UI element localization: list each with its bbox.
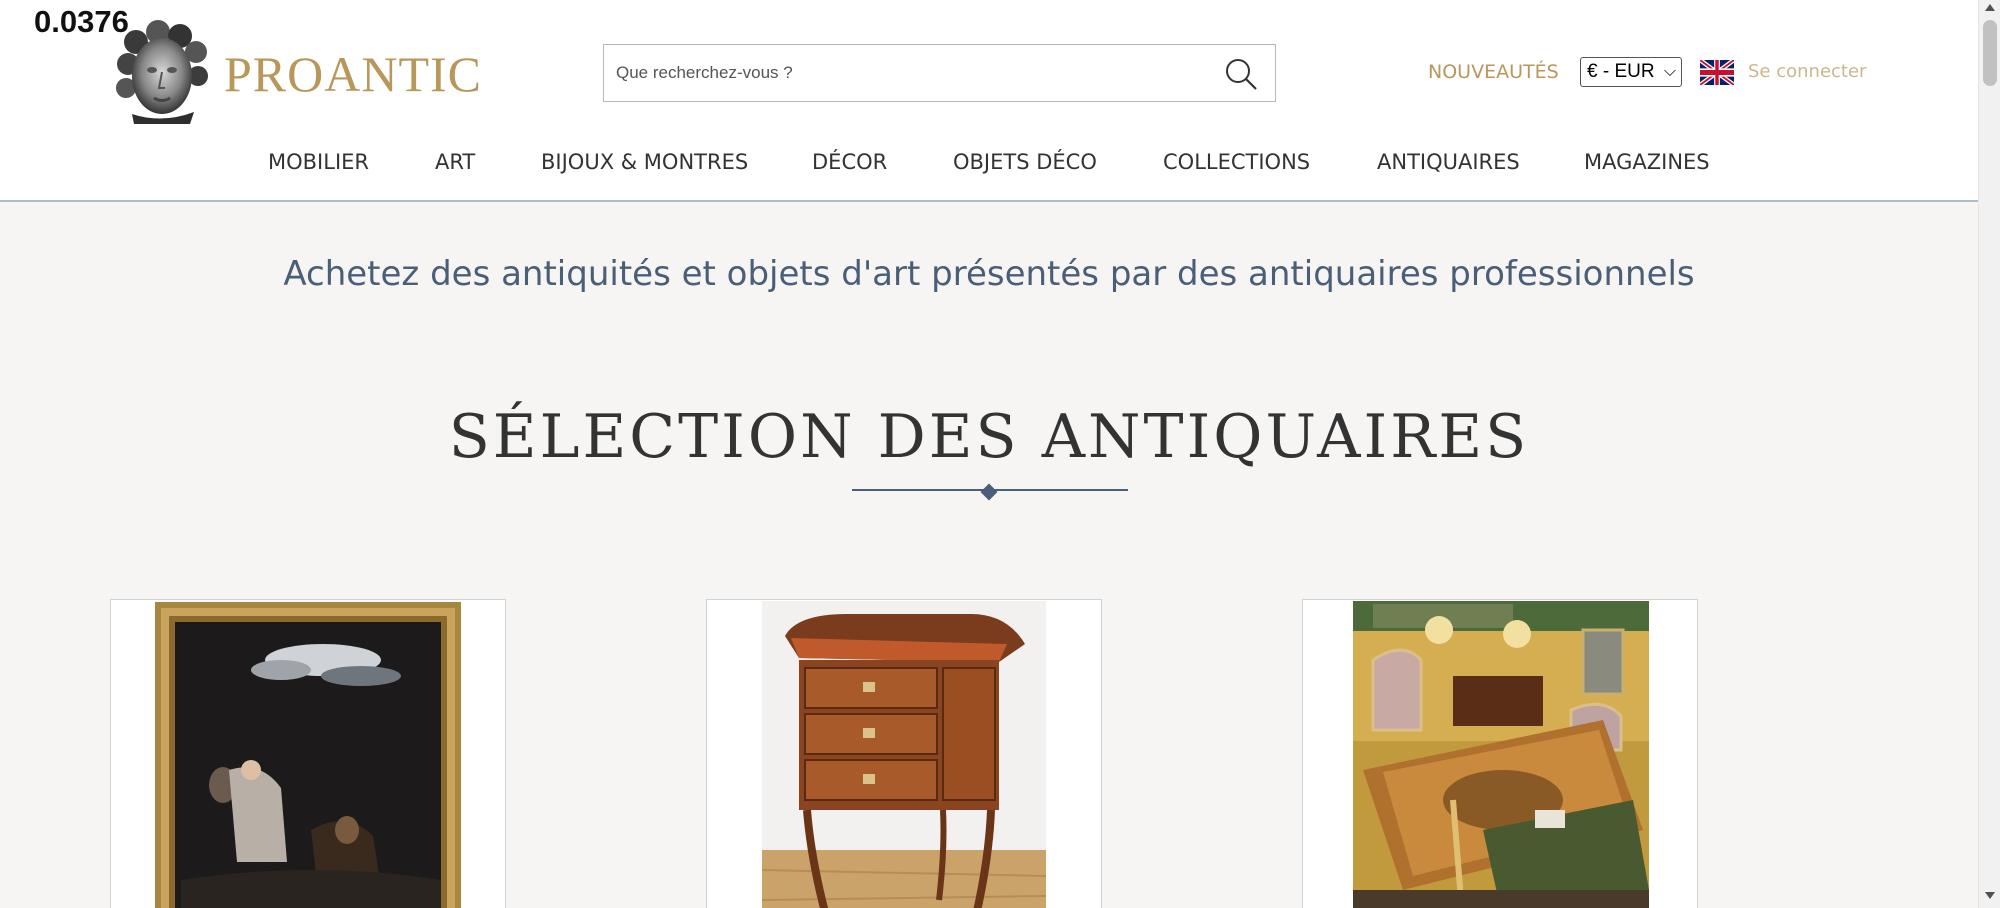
title-divider-ornament bbox=[980, 483, 998, 501]
section-title: SÉLECTION DES ANTIQUAIRES bbox=[448, 402, 1530, 472]
nouveautes-link[interactable]: NOUVEAUTÉS bbox=[1428, 61, 1559, 83]
search-icon[interactable] bbox=[1223, 56, 1259, 92]
chiffonier-image bbox=[761, 601, 1047, 908]
nav-item-magazines[interactable]: MAGAZINES bbox=[1584, 150, 1710, 174]
uk-flag-icon[interactable] bbox=[1700, 60, 1734, 85]
currency-select[interactable]: € - EUR ⌵ bbox=[1580, 57, 1682, 87]
nav-item-mobilier[interactable]: MOBILIER bbox=[268, 150, 369, 174]
nav-item-objets-deco[interactable]: OBJETS DÉCO bbox=[953, 150, 1097, 174]
vertical-scrollbar[interactable] bbox=[1978, 0, 2000, 908]
nav-item-collections[interactable]: COLLECTIONS bbox=[1163, 150, 1310, 174]
page-tagline: Achetez des antiquités et objets d'art p… bbox=[283, 254, 1695, 294]
nav-item-decor[interactable]: DÉCOR bbox=[812, 150, 887, 174]
nav-item-bijoux-montres[interactable]: BIJOUX & MONTRES bbox=[541, 150, 748, 174]
product-card-painting[interactable] bbox=[110, 599, 506, 908]
product-card-bureau[interactable] bbox=[1302, 599, 1698, 908]
site-header: 0.0376 PROANTIC Que recherchez-vous ? NO… bbox=[0, 0, 1978, 202]
nav-item-antiquaires[interactable]: ANTIQUAIRES bbox=[1377, 150, 1520, 174]
overlay-number: 0.0376 bbox=[34, 4, 129, 39]
scroll-up-arrow-icon[interactable] bbox=[1985, 4, 1995, 11]
nav-item-art[interactable]: ART bbox=[435, 150, 475, 174]
login-link[interactable]: Se connecter bbox=[1748, 61, 1866, 82]
scrollbar-thumb[interactable] bbox=[1983, 20, 1997, 86]
currency-value: € - EUR bbox=[1587, 61, 1655, 82]
scroll-down-arrow-icon[interactable] bbox=[1985, 892, 1995, 899]
main-nav: MOBILIER ART BIJOUX & MONTRES DÉCOR OBJE… bbox=[0, 150, 1978, 180]
search-bar bbox=[603, 44, 1276, 102]
search-input[interactable] bbox=[604, 45, 1204, 100]
chevron-down-icon: ⌵ bbox=[1663, 63, 1676, 80]
painting-image bbox=[155, 602, 461, 908]
brand-logo[interactable]: PROANTIC bbox=[224, 45, 482, 103]
bureau-image bbox=[1353, 601, 1649, 908]
product-card-chiffonier[interactable] bbox=[706, 599, 1102, 908]
